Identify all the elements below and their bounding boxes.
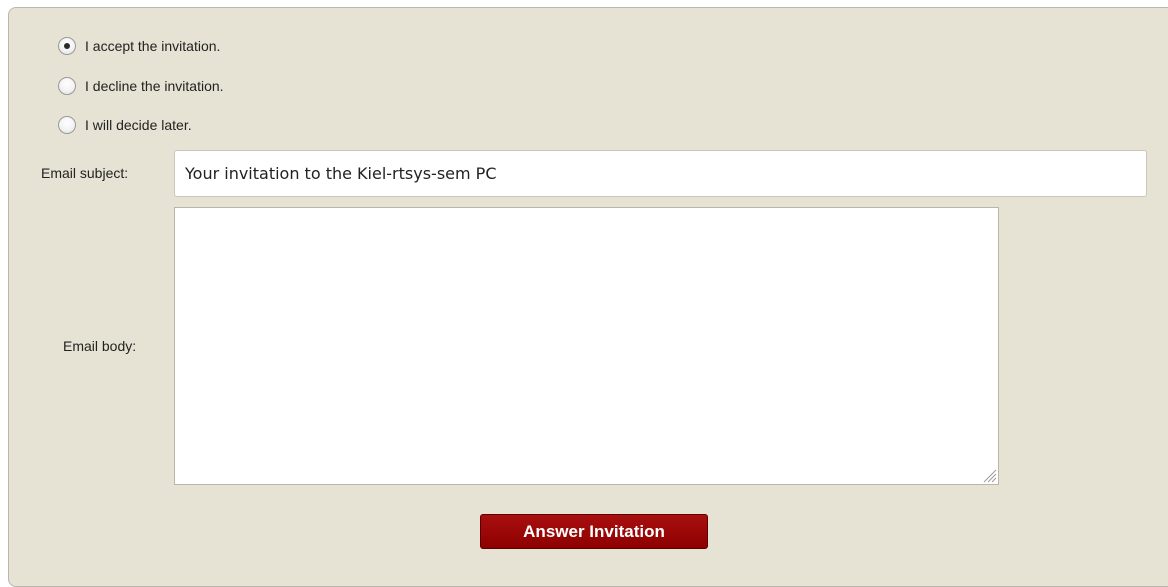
email-subject-input[interactable] [174, 150, 1147, 197]
email-subject-label: Email subject: [41, 165, 129, 181]
radio-accept[interactable] [58, 37, 76, 55]
answer-invitation-button[interactable]: Answer Invitation [480, 514, 708, 549]
radio-later-label: I will decide later. [85, 117, 192, 133]
radio-decline[interactable] [58, 77, 76, 95]
email-body-textarea[interactable] [174, 207, 999, 485]
radio-decline-option[interactable]: I decline the invitation. [58, 76, 224, 96]
radio-later[interactable] [58, 116, 76, 134]
email-body-label: Email body: [63, 338, 137, 354]
radio-accept-label: I accept the invitation. [85, 38, 221, 54]
radio-later-option[interactable]: I will decide later. [58, 115, 192, 135]
resize-grip-icon[interactable] [981, 467, 997, 483]
radio-accept-option[interactable]: I accept the invitation. [58, 36, 220, 56]
radio-decline-label: I decline the invitation. [85, 78, 224, 94]
